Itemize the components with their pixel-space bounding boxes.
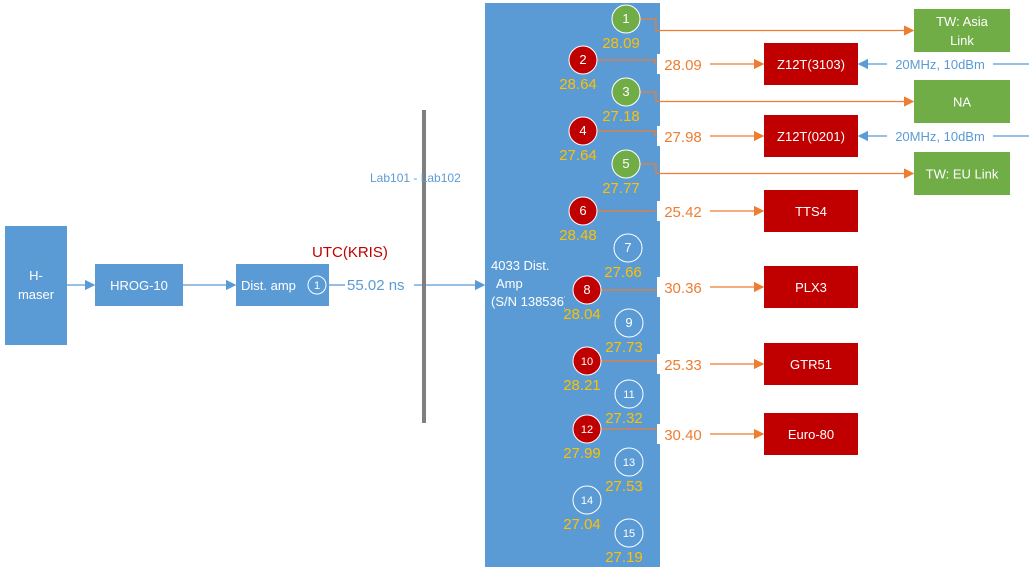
port-14-delay: 27.04 [563, 516, 601, 533]
h-maser-box [5, 226, 67, 345]
port-7-number: 7 [624, 240, 631, 255]
utc-kris-label: UTC(KRIS) [312, 244, 388, 261]
target-label: NA [953, 95, 971, 110]
port-8-delay: 28.04 [563, 306, 601, 323]
h-maser-label-2: maser [18, 287, 55, 302]
port-4-cable-delay: 27.98 [664, 129, 702, 146]
port-11-number: 11 [623, 389, 634, 401]
port-6-number: 6 [579, 203, 586, 218]
port-8-number: 8 [583, 282, 590, 297]
port-13-number: 13 [623, 457, 635, 469]
target-label: Link [950, 33, 974, 48]
main-amp-label-2: Amp [496, 276, 523, 291]
port-14-number: 14 [581, 495, 593, 507]
target-label: Euro-80 [788, 427, 834, 442]
port-9-number: 9 [625, 315, 632, 330]
port-2-cable-delay: 28.09 [664, 57, 702, 74]
main-amp-label-1: 4033 Dist. [491, 258, 550, 273]
target-label: TW: Asia [936, 14, 989, 29]
port-10-cable-delay: 25.33 [664, 357, 702, 374]
port-10-number: 10 [581, 356, 593, 368]
port-5-link [640, 163, 915, 179]
target-label: TTS4 [795, 204, 827, 219]
port-4-number: 4 [579, 123, 586, 138]
port-2-delay: 28.64 [559, 76, 597, 93]
target-label: TW: EU Link [926, 167, 999, 182]
port-12-number: 12 [581, 424, 593, 436]
port-1-delay: 28.09 [602, 35, 640, 52]
port-6-delay: 28.48 [559, 227, 597, 244]
port-5-number: 5 [622, 156, 629, 171]
port-7-delay: 27.66 [604, 264, 642, 281]
port-1-link [640, 18, 915, 36]
port-3-link [640, 91, 915, 107]
port-2-number: 2 [579, 52, 586, 67]
h-maser-label-1: H- [29, 268, 43, 283]
port-12-delay: 27.99 [563, 445, 601, 462]
dist-amp-port-number: 1 [314, 280, 320, 292]
target-label: GTR51 [790, 357, 832, 372]
port-9-delay: 27.73 [605, 339, 643, 356]
dist-amp-label: Dist. amp [241, 278, 296, 293]
port-12-cable-delay: 30.40 [664, 427, 702, 444]
target-label: Z12T(3103) [777, 57, 845, 72]
input-signal-label: 20MHz, 10dBm [895, 129, 985, 144]
port-6-cable-delay: 25.42 [664, 204, 702, 221]
input-signal-label: 20MHz, 10dBm [895, 57, 985, 72]
lab-label: Lab101 - Lab102 [370, 171, 461, 185]
main-amp-label-3: (S/N 138536) [491, 294, 568, 309]
port-1-number: 1 [622, 11, 629, 26]
port-8-cable-delay: 30.36 [664, 280, 702, 297]
target-label: Z12T(0201) [777, 129, 845, 144]
timing-distribution-diagram: H- maser HROG-10 Dist. amp 1 UTC(KRIS) 5… [5, 3, 1029, 567]
hrog-label: HROG-10 [110, 278, 168, 293]
port-4-delay: 27.64 [559, 147, 597, 164]
target-label: PLX3 [795, 280, 827, 295]
port-15-number: 15 [623, 528, 635, 540]
port-5-delay: 27.77 [602, 180, 640, 197]
port-3-delay: 27.18 [602, 108, 640, 125]
port-3-number: 3 [622, 84, 629, 99]
port-13-delay: 27.53 [605, 478, 643, 495]
port-10-delay: 28.21 [563, 377, 601, 394]
cable-delay-label: 55.02 ns [347, 277, 405, 294]
port-11-delay: 27.32 [605, 410, 643, 427]
port-15-delay: 27.19 [605, 549, 643, 566]
